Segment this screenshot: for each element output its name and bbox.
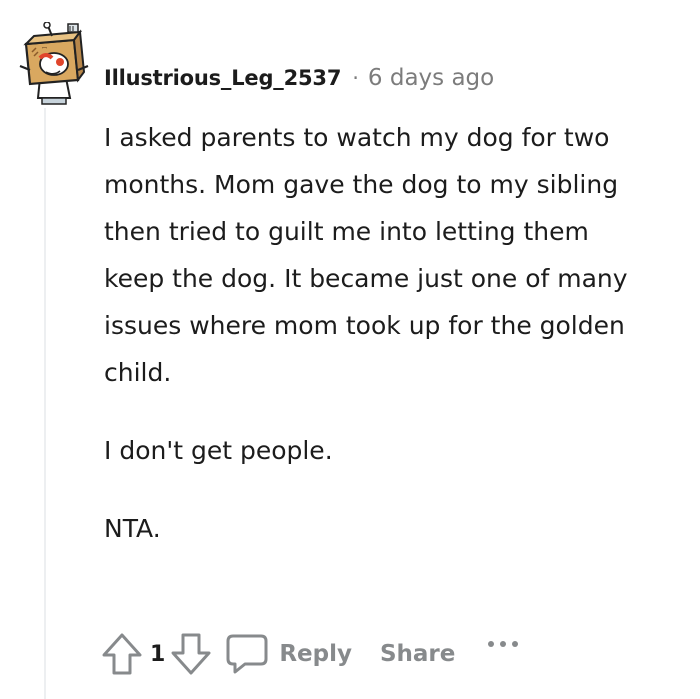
comment-header: Illustrious_Leg_2537 · 6 days ago bbox=[104, 58, 494, 98]
comment-paragraph: NTA. bbox=[104, 514, 161, 543]
snoo-avatar-icon: ꟷ bbox=[19, 21, 89, 105]
username-link[interactable]: Illustrious_Leg_2537 bbox=[104, 66, 341, 90]
thread-line[interactable] bbox=[44, 108, 46, 699]
reply-label: Reply bbox=[279, 641, 352, 667]
more-options-button[interactable] bbox=[485, 629, 521, 659]
reply-button[interactable]: Reply bbox=[225, 632, 352, 676]
svg-text:ꟷ: ꟷ bbox=[42, 45, 47, 52]
comment-body: I asked parents to watch my dog for two … bbox=[104, 114, 684, 583]
share-button[interactable]: Share bbox=[380, 641, 455, 667]
comment-action-bar: 1 Reply Share bbox=[100, 628, 521, 680]
upvote-arrow-icon bbox=[102, 633, 142, 675]
separator-dot: · bbox=[352, 66, 359, 90]
comment-bubble-icon bbox=[225, 632, 269, 676]
downvote-button[interactable] bbox=[169, 629, 213, 679]
more-dots-icon bbox=[488, 641, 519, 647]
vote-count: 1 bbox=[150, 641, 166, 667]
avatar[interactable]: ꟷ bbox=[12, 21, 94, 106]
comment-paragraph: I don't get people. bbox=[104, 436, 333, 465]
comment-paragraph: I asked parents to watch my dog for two … bbox=[104, 123, 628, 387]
timestamp-link[interactable]: 6 days ago bbox=[368, 65, 494, 91]
upvote-button[interactable] bbox=[100, 629, 144, 679]
downvote-arrow-icon bbox=[171, 633, 211, 675]
